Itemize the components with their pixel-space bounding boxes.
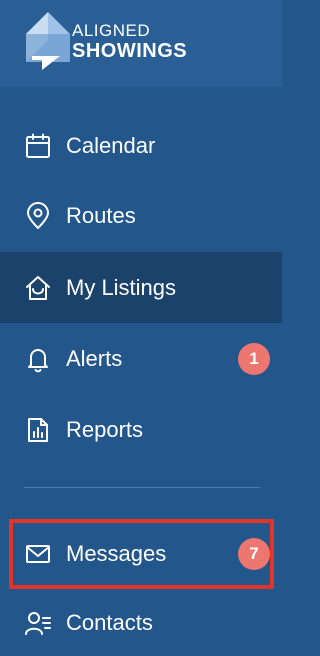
nav-label-contacts: Contacts (66, 609, 153, 635)
brand-text: ALIGNED SHOWINGS (72, 22, 187, 61)
brand-line1: ALIGNED (72, 21, 151, 40)
sidebar: ALIGNED SHOWINGS Calendar Routes My List… (0, 0, 282, 656)
nav-item-alerts[interactable]: Alerts 1 (0, 323, 282, 394)
nav-item-contacts[interactable]: Contacts (0, 587, 282, 656)
nav-item-my-listings[interactable]: My Listings (0, 252, 282, 323)
map-pin-icon (24, 201, 52, 230)
brand-logo[interactable]: ALIGNED SHOWINGS (24, 12, 244, 74)
nav-item-reports[interactable]: Reports (0, 394, 282, 465)
home-icon (24, 274, 52, 302)
nav-item-routes[interactable]: Routes (0, 180, 282, 251)
nav-label-messages: Messages (66, 540, 167, 566)
contacts-icon (24, 609, 52, 637)
logo-mark-icon (26, 12, 70, 70)
nav-item-calendar[interactable]: Calendar (0, 110, 282, 181)
envelope-icon (24, 540, 52, 568)
report-icon (24, 416, 52, 444)
sidebar-header: ALIGNED SHOWINGS (0, 0, 282, 87)
nav-divider (24, 487, 260, 488)
alerts-count-badge: 1 (238, 342, 270, 375)
nav-label-my-listings: My Listings (66, 274, 177, 300)
nav-label-alerts: Alerts (66, 345, 123, 371)
nav-label-calendar: Calendar (66, 132, 156, 158)
nav-label-reports: Reports (66, 416, 144, 442)
bell-icon (24, 345, 52, 373)
nav-label-routes: Routes (66, 202, 136, 228)
brand-line2: SHOWINGS (72, 40, 188, 62)
messages-count-badge: 7 (238, 537, 270, 570)
nav-item-messages[interactable]: Messages 7 (0, 518, 282, 589)
calendar-icon (24, 132, 52, 160)
